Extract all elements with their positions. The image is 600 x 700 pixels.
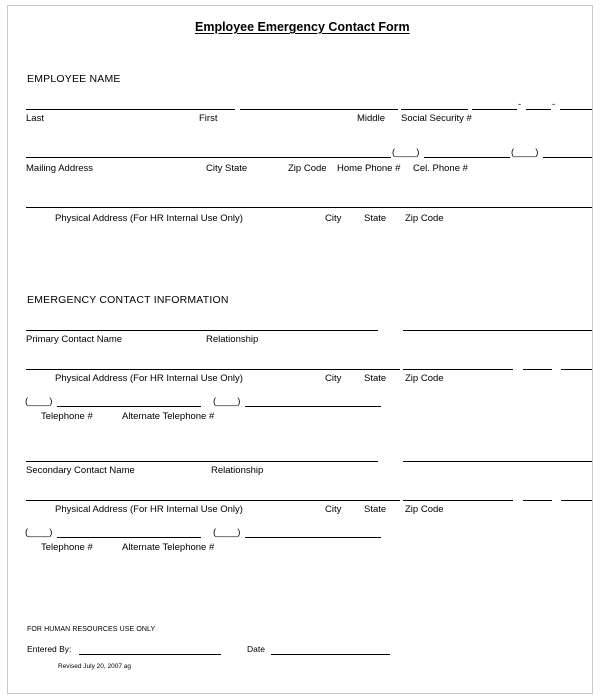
label-primary-state: State — [364, 373, 387, 384]
ssn-part3-line[interactable] — [560, 109, 592, 110]
label-city-state: City State — [206, 163, 248, 174]
primary-physical-zip-line[interactable] — [561, 369, 592, 370]
employee-physical-address-line[interactable] — [26, 207, 592, 208]
ssn-part2-line[interactable] — [526, 109, 551, 110]
label-primary-zip: Zip Code — [405, 373, 444, 384]
secondary-alt-telephone-area-code[interactable]: (____) — [213, 527, 240, 538]
primary-contact-extra-line[interactable] — [403, 330, 592, 331]
mailing-address-line[interactable] — [26, 157, 391, 158]
primary-physical-city-line[interactable] — [403, 369, 513, 370]
emergency-contact-heading: EMERGENCY CONTACT INFORMATION — [27, 294, 229, 306]
primary-physical-state-line[interactable] — [523, 369, 552, 370]
cell-phone-line[interactable] — [543, 157, 592, 158]
label-first: First — [199, 113, 218, 124]
employee-name-heading: EMPLOYEE NAME — [27, 73, 121, 85]
home-phone-area-code[interactable]: (____) — [392, 147, 419, 158]
label-secondary-physical-address: Physical Address (For HR Internal Use On… — [55, 504, 243, 515]
last-name-line[interactable] — [26, 109, 235, 110]
revision-note: Revised July 20, 2007 ag — [58, 663, 131, 670]
label-primary-physical-address: Physical Address (For HR Internal Use On… — [55, 373, 243, 384]
first-name-line[interactable] — [240, 109, 398, 110]
label-primary-contact-name: Primary Contact Name — [26, 334, 123, 345]
label-secondary-zip: Zip Code — [405, 504, 444, 515]
primary-alt-telephone-area-code[interactable]: (____) — [213, 396, 240, 407]
label-primary-alt-telephone: Alternate Telephone # — [122, 411, 215, 422]
label-secondary-state: State — [364, 504, 387, 515]
label-primary-city: City — [325, 373, 342, 384]
secondary-contact-name-line[interactable] — [26, 461, 378, 462]
secondary-contact-extra-line[interactable] — [403, 461, 592, 462]
secondary-physical-address-line[interactable] — [26, 500, 400, 501]
entered-by-label: Entered By: — [27, 644, 72, 654]
primary-telephone-line[interactable] — [57, 406, 201, 407]
label-secondary-city: City — [325, 504, 342, 515]
label-secondary-alt-telephone: Alternate Telephone # — [122, 542, 215, 553]
label-last: Last — [26, 113, 44, 124]
ssn-separator-1: - — [518, 99, 522, 110]
primary-contact-name-line[interactable] — [26, 330, 378, 331]
cell-phone-area-code[interactable]: (____) — [511, 147, 538, 158]
secondary-physical-state-line[interactable] — [523, 500, 552, 501]
label-employee-state: State — [364, 213, 387, 224]
label-employee-city: City — [325, 213, 342, 224]
label-cell-phone: Cel. Phone # — [413, 163, 468, 174]
label-employee-physical-address: Physical Address (For HR Internal Use On… — [55, 213, 243, 224]
label-secondary-contact-name: Secondary Contact Name — [26, 465, 135, 476]
secondary-physical-city-line[interactable] — [403, 500, 513, 501]
ssn-part1-line[interactable] — [472, 109, 517, 110]
label-home-phone: Home Phone # — [337, 163, 401, 174]
date-line[interactable] — [271, 654, 390, 655]
label-secondary-telephone: Telephone # — [41, 542, 93, 553]
secondary-physical-zip-line[interactable] — [561, 500, 592, 501]
label-employee-zip: Zip Code — [405, 213, 444, 224]
primary-alt-telephone-line[interactable] — [245, 406, 381, 407]
hr-use-only-label: FOR HUMAN RESOURCES USE ONLY — [27, 626, 156, 633]
label-primary-telephone: Telephone # — [41, 411, 93, 422]
primary-physical-address-line[interactable] — [26, 369, 400, 370]
label-mailing-address: Mailing Address — [26, 163, 94, 174]
label-social-security: Social Security # — [401, 113, 472, 124]
label-zip-code: Zip Code — [288, 163, 327, 174]
form-page: Employee Emergency Contact Form EMPLOYEE… — [0, 0, 600, 700]
label-primary-relationship: Relationship — [206, 334, 259, 345]
primary-telephone-area-code[interactable]: (____) — [25, 396, 52, 407]
label-middle: Middle — [357, 113, 385, 124]
date-label: Date — [247, 644, 265, 654]
entered-by-line[interactable] — [79, 654, 221, 655]
middle-name-line[interactable] — [401, 109, 468, 110]
ssn-separator-2: - — [552, 99, 556, 110]
secondary-telephone-line[interactable] — [57, 537, 201, 538]
page-title: Employee Emergency Contact Form — [195, 20, 410, 34]
label-secondary-relationship: Relationship — [211, 465, 264, 476]
secondary-telephone-area-code[interactable]: (____) — [25, 527, 52, 538]
secondary-alt-telephone-line[interactable] — [245, 537, 381, 538]
home-phone-line[interactable] — [424, 157, 510, 158]
